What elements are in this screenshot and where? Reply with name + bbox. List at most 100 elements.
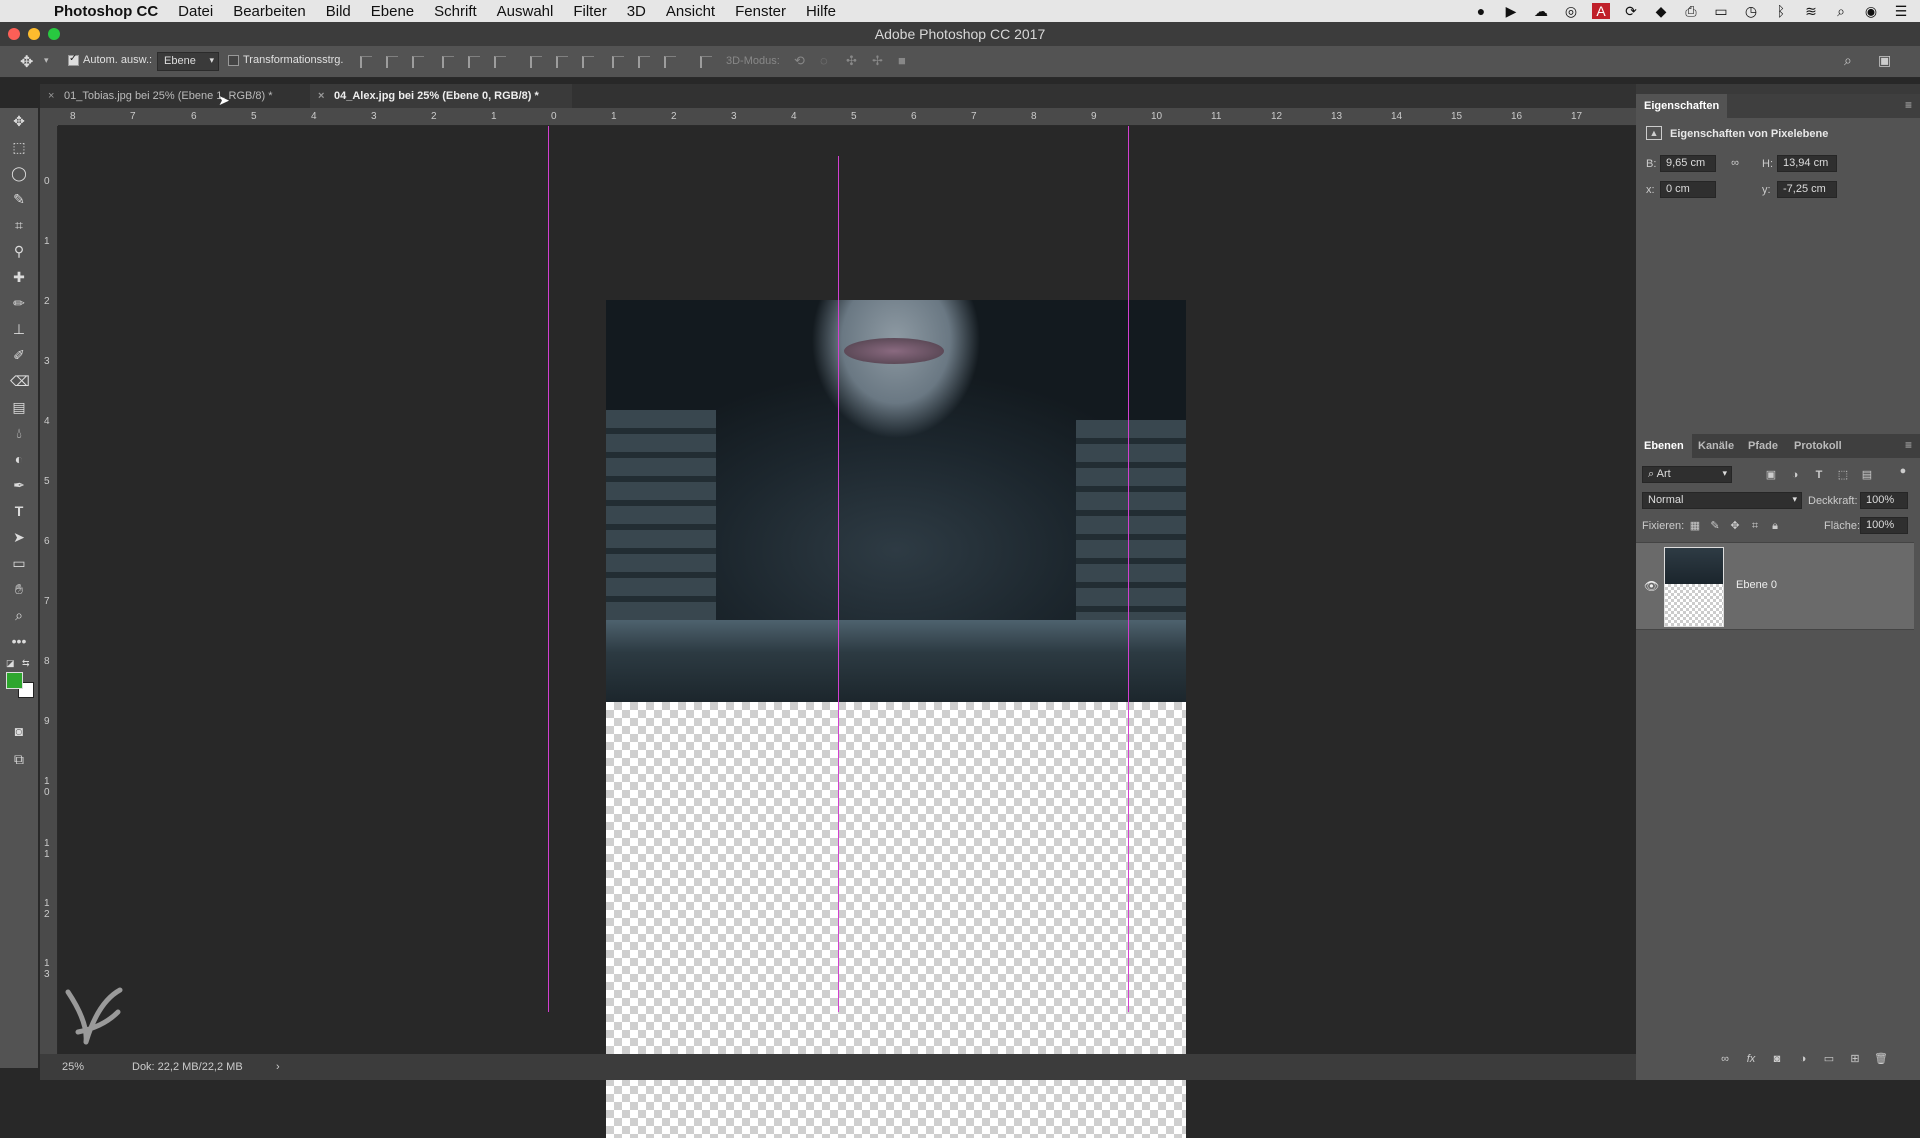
auto-select-option[interactable]: Autom. ausw.: xyxy=(68,53,152,66)
brush-tool-icon[interactable]: ✏ xyxy=(10,294,28,312)
close-window-button[interactable] xyxy=(8,28,20,40)
link-layers-icon[interactable]: ∞ xyxy=(1718,1052,1732,1066)
distribute-bottom-icon[interactable] xyxy=(582,56,594,68)
filter-smart-object-icon[interactable]: ▤ xyxy=(1860,468,1874,482)
time-machine-icon[interactable]: ◷ xyxy=(1742,3,1760,20)
auto-select-checkbox[interactable] xyxy=(68,53,79,66)
panel-menu-icon[interactable]: ≡ xyxy=(1905,438,1912,452)
spotlight-search-icon[interactable]: ⌕ xyxy=(1832,3,1850,20)
wifi-icon[interactable]: ≋ xyxy=(1802,3,1820,20)
move-tool-icon[interactable]: ✥ xyxy=(10,112,28,130)
distribute-left-icon[interactable] xyxy=(612,56,624,68)
menu-ebene[interactable]: Ebene xyxy=(371,3,414,20)
foreground-color-swatch[interactable] xyxy=(6,672,23,689)
ruler-corner[interactable] xyxy=(40,108,58,126)
app-menu[interactable]: Photoshop CC xyxy=(54,3,158,20)
quick-mask-icon[interactable]: ◙ xyxy=(10,722,28,740)
filter-type-icon[interactable]: T xyxy=(1812,468,1826,482)
3d-orbit-icon[interactable]: ⟲ xyxy=(794,53,805,69)
transform-controls-option[interactable]: Transformationsstrg. xyxy=(228,54,343,66)
blur-tool-icon[interactable]: 💧︎ xyxy=(10,424,28,442)
auto-select-dropdown[interactable]: Ebene ▾ xyxy=(157,52,219,71)
menu-3d[interactable]: 3D xyxy=(627,3,646,20)
tab-protokoll[interactable]: Protokoll xyxy=(1786,434,1850,458)
new-adjustment-layer-icon[interactable]: ◑ xyxy=(1796,1052,1810,1066)
notification-center-icon[interactable]: ☰ xyxy=(1892,3,1910,20)
lasso-tool-icon[interactable]: ◯ xyxy=(10,164,28,182)
menu-filter[interactable]: Filter xyxy=(573,3,606,20)
x-field[interactable]: 0 cm xyxy=(1660,181,1716,198)
filter-toggle-icon[interactable]: ● xyxy=(1896,464,1910,478)
eraser-tool-icon[interactable]: ⌫ xyxy=(10,372,30,390)
lock-position-icon[interactable]: ✥ xyxy=(1728,519,1742,533)
3d-slide-icon[interactable]: ✢ xyxy=(872,53,883,69)
distribute-hcenter-icon[interactable] xyxy=(638,56,650,68)
link-icon[interactable]: ∞ xyxy=(1728,156,1742,170)
3d-pan-icon[interactable]: ✣ xyxy=(846,53,857,69)
lock-all-icon[interactable]: 🔒︎ xyxy=(1768,519,1782,533)
menu-ansicht[interactable]: Ansicht xyxy=(666,3,715,20)
menu-hilfe[interactable]: Hilfe xyxy=(806,3,836,20)
align-bottom-icon[interactable] xyxy=(412,56,424,68)
width-field[interactable]: 9,65 cm xyxy=(1660,155,1716,172)
guide-line-right[interactable] xyxy=(1128,126,1129,1012)
bluetooth-icon[interactable]: ᛒ xyxy=(1772,3,1790,19)
adobe-icon[interactable]: A xyxy=(1592,3,1610,19)
align-left-icon[interactable] xyxy=(442,56,454,68)
chevron-down-icon[interactable]: ▾ xyxy=(44,55,49,66)
filter-adjustment-icon[interactable]: ◑ xyxy=(1788,468,1802,482)
menu-auswahl[interactable]: Auswahl xyxy=(497,3,554,20)
y-field[interactable]: -7,25 cm xyxy=(1777,181,1837,198)
document-canvas[interactable]: ➤ xyxy=(58,92,1636,1138)
crop-tool-icon[interactable]: ⌗ xyxy=(10,216,28,234)
new-layer-icon[interactable]: ⊞ xyxy=(1848,1052,1862,1066)
horizontal-ruler[interactable]: 8 7 6 5 4 3 2 1 0 1 2 3 4 5 6 7 8 9 10 1… xyxy=(58,108,1636,126)
screen-mode-icon[interactable]: ⧉ xyxy=(10,750,28,768)
chevron-right-icon[interactable]: › xyxy=(276,1054,280,1080)
distribute-vcenter-icon[interactable] xyxy=(556,56,568,68)
eye-icon[interactable]: 👁︎ xyxy=(1644,579,1659,593)
filter-pixel-icon[interactable]: ▣ xyxy=(1764,468,1778,482)
healing-brush-tool-icon[interactable]: ✚ xyxy=(10,268,28,286)
tab-ebenen[interactable]: Ebenen xyxy=(1636,434,1692,458)
workspace-icon[interactable]: ▣ xyxy=(1878,52,1891,69)
history-brush-tool-icon[interactable]: ✐ xyxy=(10,346,28,364)
menu-bearbeiten[interactable]: Bearbeiten xyxy=(233,3,306,20)
menu-fenster[interactable]: Fenster xyxy=(735,3,786,20)
lock-image-icon[interactable]: ✎ xyxy=(1708,519,1722,533)
display-icon[interactable]: ▭ xyxy=(1712,3,1730,20)
eyedropper-tool-icon[interactable]: ⚲ xyxy=(10,242,28,260)
height-field[interactable]: 13,94 cm xyxy=(1777,155,1837,172)
tab-alex[interactable]: × 04_Alex.jpg bei 25% (Ebene 0, RGB/8) * xyxy=(310,84,572,108)
swap-colors-icon[interactable]: ⇆ xyxy=(22,658,30,669)
guide-line-center[interactable] xyxy=(838,156,839,1012)
align-right-icon[interactable] xyxy=(494,56,506,68)
panel-menu-icon[interactable]: ≡ xyxy=(1905,98,1912,112)
rectangle-tool-icon[interactable]: ▭ xyxy=(10,554,28,572)
zoom-tool-icon[interactable]: ⌕ xyxy=(10,606,28,624)
dodge-tool-icon[interactable]: ◐ xyxy=(10,450,28,468)
auto-align-icon[interactable] xyxy=(700,56,712,68)
fill-field[interactable]: 100% xyxy=(1860,517,1908,534)
close-tab-icon[interactable]: × xyxy=(318,84,324,108)
add-mask-icon[interactable]: ◙ xyxy=(1770,1052,1784,1066)
menu-schrift[interactable]: Schrift xyxy=(434,3,477,20)
menu-bild[interactable]: Bild xyxy=(326,3,351,20)
marquee-tool-icon[interactable]: ⬚ xyxy=(10,138,28,156)
lock-artboard-icon[interactable]: ⌗ xyxy=(1748,519,1762,533)
default-colors-icon[interactable]: ◪ xyxy=(6,658,15,669)
printer-icon[interactable]: ⎙ xyxy=(1682,3,1700,20)
guide-line-left[interactable] xyxy=(548,126,549,1012)
airplay-icon[interactable]: ▶ xyxy=(1502,3,1520,20)
dropbox-icon[interactable]: ◆ xyxy=(1652,3,1670,20)
more-tools-icon[interactable]: ••• xyxy=(10,632,28,650)
fx-icon[interactable]: fx xyxy=(1744,1052,1758,1066)
gradient-tool-icon[interactable]: ▤ xyxy=(10,398,28,416)
layer-image[interactable] xyxy=(606,300,1186,702)
siri-icon[interactable]: ◉ xyxy=(1862,3,1880,20)
menu-datei[interactable]: Datei xyxy=(178,3,213,20)
hand-tool-icon[interactable]: ✋︎ xyxy=(10,580,28,598)
close-tab-icon[interactable]: × xyxy=(48,84,54,108)
zoom-level[interactable]: 25% xyxy=(62,1054,84,1080)
pen-tool-icon[interactable]: ✒ xyxy=(10,476,28,494)
